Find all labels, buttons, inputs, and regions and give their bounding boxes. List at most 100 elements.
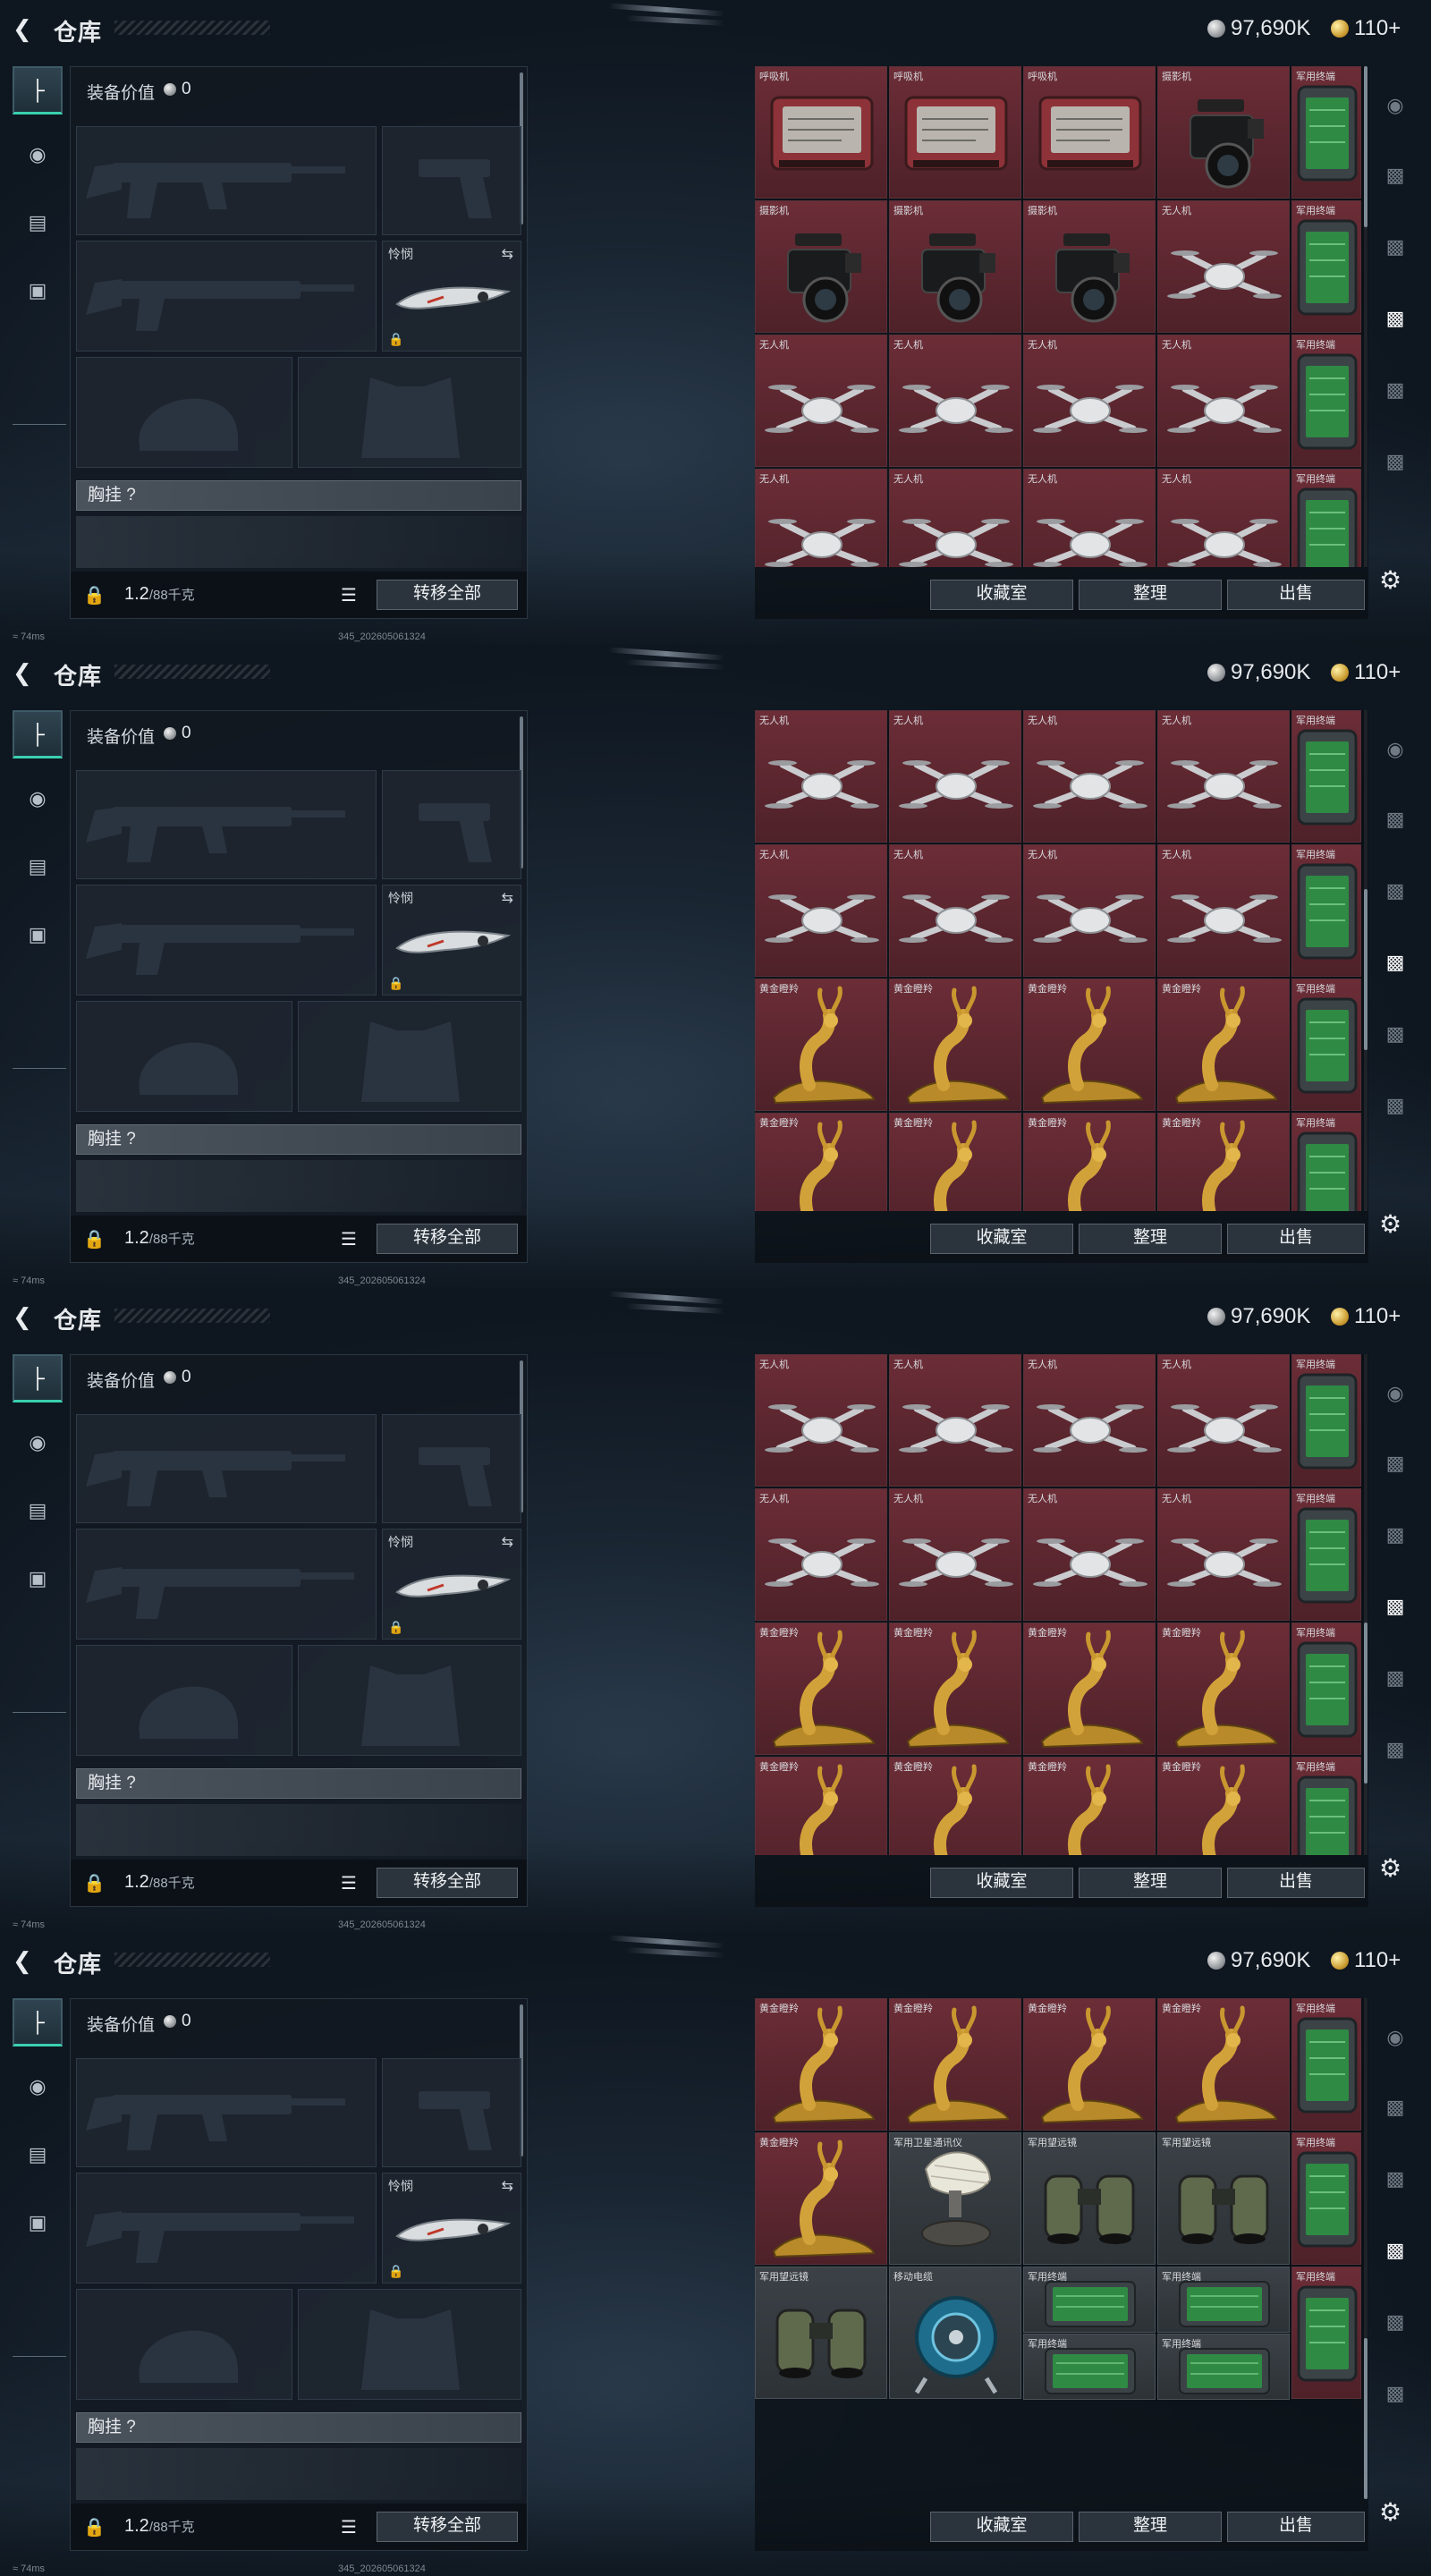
stash-item[interactable]: 军用望远镜 <box>1023 2132 1156 2265</box>
stash-item[interactable]: 移动电缆 <box>889 2267 1021 2399</box>
stash-item[interactable]: 军用终端 <box>1291 1998 1361 2131</box>
stash-item[interactable]: 黄金瞪羚 <box>755 2132 887 2265</box>
nav-clipboard[interactable]: ▤ <box>13 199 63 247</box>
gold-currency[interactable]: 110+ <box>1331 660 1401 685</box>
stash-item[interactable]: 黄金瞪羚 <box>889 1757 1021 1855</box>
stash-item[interactable]: 黄金瞪羚 <box>755 979 887 1111</box>
nav-weapons[interactable]: ├ <box>13 1998 63 2046</box>
nav-weapons[interactable]: ├ <box>13 710 63 758</box>
helmet-slot[interactable] <box>76 2289 292 2400</box>
primary-weapon-slot[interactable] <box>76 770 377 879</box>
secondary-weapon-slot[interactable] <box>382 1414 521 1523</box>
nav-clipboard[interactable]: ▤ <box>13 843 63 891</box>
stash-item[interactable]: 呼吸机 <box>1023 66 1156 199</box>
stash-item[interactable]: 黄金瞪羚 <box>755 1113 887 1211</box>
stash-item[interactable]: 无人机 <box>1023 1354 1156 1487</box>
stash-item[interactable]: 黄金瞪羚 <box>889 1623 1021 1755</box>
stash-tab-5[interactable]: ▩ <box>1377 445 1413 478</box>
stash-item[interactable]: 军用终端 <box>1291 1623 1361 1755</box>
back-button[interactable]: ❮ <box>13 16 39 41</box>
stash-tab-4[interactable]: ▩ <box>1377 374 1413 406</box>
stash-item[interactable]: 呼吸机 <box>755 66 887 199</box>
stash-item[interactable]: 无人机 <box>1023 844 1156 977</box>
safe-box-tab[interactable]: ◉ <box>1377 2021 1413 2054</box>
safe-box-tab[interactable]: ◉ <box>1377 1377 1413 1410</box>
collection-room-button[interactable]: 收藏室 <box>930 580 1073 610</box>
back-button[interactable]: ❮ <box>13 660 39 685</box>
stash-item[interactable]: 军用终端 <box>1291 66 1361 199</box>
safe-box-tab[interactable]: ◉ <box>1377 89 1413 122</box>
helmet-slot[interactable] <box>76 357 292 468</box>
sell-button[interactable]: 出售 <box>1227 580 1365 610</box>
stash-item[interactable]: 军用终端 <box>1023 2267 1156 2333</box>
settings-button[interactable]: ⚙ <box>1379 1209 1401 1239</box>
stash-item[interactable]: 无人机 <box>755 335 887 467</box>
collection-room-button[interactable]: 收藏室 <box>930 1224 1073 1254</box>
sort-button[interactable]: 整理 <box>1079 1224 1222 1254</box>
sell-button[interactable]: 出售 <box>1227 1224 1365 1254</box>
stash-item[interactable]: 军用终端 <box>1291 335 1361 467</box>
stash-item[interactable]: 军用终端 <box>1291 469 1361 567</box>
stash-tab-2[interactable]: ▩ <box>1377 2163 1413 2195</box>
collection-room-button[interactable]: 收藏室 <box>930 2512 1073 2542</box>
collection-room-button[interactable]: 收藏室 <box>930 1868 1073 1898</box>
stash-item[interactable]: 军用终端 <box>1291 2267 1361 2399</box>
stash-tab-4[interactable]: ▩ <box>1377 1662 1413 1694</box>
melee-slot[interactable]: 怜悯 ⇆ 🔒 <box>382 241 521 352</box>
stash-tab-4[interactable]: ▩ <box>1377 1018 1413 1050</box>
sort-button[interactable]: 整理 <box>1079 2512 1222 2542</box>
stash-item[interactable]: 军用终端 <box>1291 710 1361 843</box>
back-button[interactable]: ❮ <box>13 1948 39 1973</box>
settings-button[interactable]: ⚙ <box>1379 1853 1401 1883</box>
stash-item[interactable]: 黄金瞪羚 <box>1023 1623 1156 1755</box>
stash-item[interactable]: 摄影机 <box>1023 200 1156 333</box>
stash-item[interactable]: 军用卫星通讯仪 <box>889 2132 1021 2265</box>
primary-weapon-slot[interactable] <box>76 1414 377 1523</box>
stash-tab-2[interactable]: ▩ <box>1377 875 1413 907</box>
nav-armor[interactable]: ◉ <box>13 1419 63 1467</box>
stash-item[interactable]: 黄金瞪羚 <box>1023 979 1156 1111</box>
melee-slot[interactable]: 怜悯 ⇆ 🔒 <box>382 885 521 996</box>
list-icon[interactable]: ☰ <box>341 584 357 606</box>
safe-box-tab[interactable]: ◉ <box>1377 733 1413 766</box>
chest-rig-slot[interactable]: 胸挂 ? <box>76 480 521 511</box>
stash-item[interactable]: 军用终端 <box>1291 979 1361 1111</box>
secondary-weapon-slot[interactable] <box>382 126 521 235</box>
nav-armor[interactable]: ◉ <box>13 775 63 823</box>
sell-button[interactable]: 出售 <box>1227 2512 1365 2542</box>
stash-tab-5[interactable]: ▩ <box>1377 2377 1413 2410</box>
stash-item[interactable]: 无人机 <box>1023 1488 1156 1621</box>
body-armor-slot[interactable] <box>298 1001 521 1112</box>
stash-item[interactable]: 摄影机 <box>755 200 887 333</box>
scroll-thumb[interactable] <box>1364 1623 1367 1784</box>
stash-item[interactable]: 无人机 <box>755 469 887 567</box>
nav-clipboard[interactable]: ▤ <box>13 2131 63 2179</box>
stash-item[interactable]: 无人机 <box>1023 335 1156 467</box>
stash-tab-3[interactable]: ▩ <box>1377 302 1413 335</box>
gold-currency[interactable]: 110+ <box>1331 16 1401 41</box>
list-icon[interactable]: ☰ <box>341 1872 357 1894</box>
stash-item[interactable]: 无人机 <box>889 710 1021 843</box>
secondary-weapon-slot[interactable] <box>382 2058 521 2167</box>
stash-item[interactable]: 无人机 <box>889 1488 1021 1621</box>
stash-item[interactable]: 无人机 <box>889 335 1021 467</box>
stash-item[interactable]: 呼吸机 <box>889 66 1021 199</box>
stash-scrollbar[interactable] <box>1364 1998 1367 2499</box>
settings-button[interactable]: ⚙ <box>1379 565 1401 595</box>
lock-icon[interactable]: 🔒 <box>83 2516 106 2538</box>
backup-weapon-slot[interactable] <box>76 241 377 352</box>
scroll-thumb[interactable] <box>1364 66 1367 227</box>
list-icon[interactable]: ☰ <box>341 1228 357 1250</box>
transfer-all-button[interactable]: 转移全部 <box>377 1224 518 1254</box>
nav-weapons[interactable]: ├ <box>13 66 63 114</box>
scroll-thumb[interactable] <box>1364 2338 1367 2499</box>
stash-tab-5[interactable]: ▩ <box>1377 1089 1413 1122</box>
stash-item[interactable]: 军用终端 <box>1023 2334 1156 2400</box>
back-button[interactable]: ❮ <box>13 1304 39 1329</box>
chest-rig-slot[interactable]: 胸挂 ? <box>76 1124 521 1155</box>
sell-button[interactable]: 出售 <box>1227 1868 1365 1898</box>
stash-item[interactable]: 黄金瞪羚 <box>889 1113 1021 1211</box>
backup-weapon-slot[interactable] <box>76 2173 377 2284</box>
body-armor-slot[interactable] <box>298 2289 521 2400</box>
stash-scrollbar[interactable] <box>1364 710 1367 1211</box>
